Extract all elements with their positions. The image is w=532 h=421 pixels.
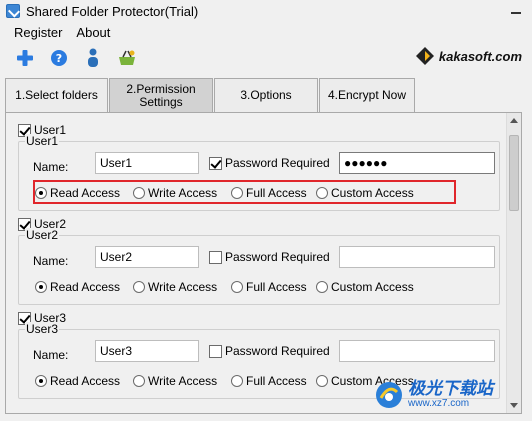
checkbox[interactable] (209, 156, 222, 170)
watermark-sub: www.xz7.com (408, 398, 470, 409)
password-input[interactable]: ●●●●●● (339, 152, 495, 174)
radio-label: Read Access (50, 374, 121, 388)
brand-text: kakasoft.com (438, 48, 522, 64)
name-input[interactable]: User3 (95, 340, 199, 362)
password-input[interactable] (339, 340, 495, 362)
radio[interactable] (231, 281, 243, 293)
user-group-box: User2 Name: User2 Password Required Read… (18, 228, 500, 305)
radio-label: Write Access (148, 186, 218, 200)
menu-bar: Register About (0, 22, 532, 42)
window-title: Shared Folder Protector(Trial) (26, 3, 199, 19)
menu-about[interactable]: About (76, 25, 110, 40)
password-required-label: Password Required (225, 156, 330, 170)
group-title: User3 (25, 322, 60, 336)
password-input[interactable] (339, 246, 495, 268)
radio-custom-access[interactable]: Custom Access (316, 184, 414, 202)
radio[interactable] (35, 375, 47, 387)
group-title: User1 (25, 134, 60, 148)
tab-encrypt-now[interactable]: 4.Encrypt Now (319, 78, 415, 112)
radio-label: Write Access (148, 374, 218, 388)
tab-permission-settings[interactable]: 2.Permission Settings (109, 78, 213, 112)
brand: kakasoft.com (415, 46, 522, 66)
radio-write-access[interactable]: Write Access (133, 372, 217, 390)
radio-label: Full Access (246, 280, 307, 294)
radio-full-access[interactable]: Full Access (231, 278, 307, 296)
radio-label: Full Access (246, 186, 307, 200)
password-required-checkbox[interactable]: Password Required (209, 344, 330, 358)
user-icon[interactable] (82, 47, 104, 69)
minimize-button[interactable] (510, 4, 524, 16)
tab-options[interactable]: 3.Options (214, 78, 318, 112)
radio-label: Read Access (50, 186, 121, 200)
add-icon[interactable] (14, 47, 36, 69)
tab-strip: 1.Select folders 2.Permission Settings 3… (5, 78, 416, 112)
radio[interactable] (35, 187, 47, 199)
password-required-label: Password Required (225, 250, 330, 264)
checkbox[interactable] (209, 344, 222, 358)
radio[interactable] (133, 281, 145, 293)
title-bar: Shared Folder Protector(Trial) (0, 0, 532, 22)
name-input[interactable]: User1 (95, 152, 199, 174)
radio[interactable] (231, 187, 243, 199)
radio-full-access[interactable]: Full Access (231, 184, 307, 202)
radio-label: Custom Access (331, 186, 414, 200)
name-label: Name: (33, 160, 69, 174)
tab-select-folders[interactable]: 1.Select folders (5, 78, 108, 112)
svg-text:?: ? (56, 52, 62, 65)
password-required-checkbox[interactable]: Password Required (209, 250, 330, 264)
user-block: User2 User2 Name: User2 Password Require… (14, 211, 504, 305)
scroll-up-icon[interactable] (510, 118, 518, 123)
radio[interactable] (316, 375, 328, 387)
radio[interactable] (231, 375, 243, 387)
permission-panel: User1 User1 Name: User1 Password Require… (5, 112, 522, 414)
vertical-scrollbar[interactable] (506, 113, 521, 413)
aurora-logo-icon (376, 382, 402, 408)
password-required-checkbox[interactable]: Password Required (209, 156, 330, 170)
radio[interactable] (316, 187, 328, 199)
access-radio-group: Read Access Write Access Full Access Cus… (35, 278, 455, 296)
radio-label: Write Access (148, 280, 218, 294)
radio[interactable] (133, 187, 145, 199)
radio-custom-access[interactable]: Custom Access (316, 278, 414, 296)
name-input[interactable]: User2 (95, 246, 199, 268)
password-required-label: Password Required (225, 344, 330, 358)
basket-icon[interactable] (116, 47, 138, 69)
radio-write-access[interactable]: Write Access (133, 278, 217, 296)
radio-full-access[interactable]: Full Access (231, 372, 307, 390)
radio-read-access[interactable]: Read Access (35, 278, 120, 296)
radio[interactable] (316, 281, 328, 293)
radio[interactable] (35, 281, 47, 293)
name-label: Name: (33, 254, 69, 268)
radio-write-access[interactable]: Write Access (133, 184, 217, 202)
shield-icon (6, 4, 20, 18)
help-icon[interactable]: ? (48, 47, 70, 69)
scroll-thumb[interactable] (509, 135, 519, 211)
radio-label: Custom Access (331, 280, 414, 294)
menu-register[interactable]: Register (14, 25, 62, 40)
radio-label: Full Access (246, 374, 307, 388)
checkbox[interactable] (209, 250, 222, 264)
user-group-box: User1 Name: User1 Password Required ●●●●… (18, 134, 500, 211)
access-radio-group: Read Access Write Access Full Access Cus… (35, 184, 455, 202)
watermark: 极光下载站 www.xz7.com (374, 375, 524, 415)
radio[interactable] (133, 375, 145, 387)
user-block: User1 User1 Name: User1 Password Require… (14, 117, 504, 211)
name-label: Name: (33, 348, 69, 362)
kakasoft-logo-icon (415, 47, 434, 65)
radio-label: Read Access (50, 280, 121, 294)
radio-read-access[interactable]: Read Access (35, 372, 120, 390)
radio-read-access[interactable]: Read Access (35, 184, 120, 202)
watermark-main: 极光下载站 (408, 379, 493, 398)
group-title: User2 (25, 228, 60, 242)
